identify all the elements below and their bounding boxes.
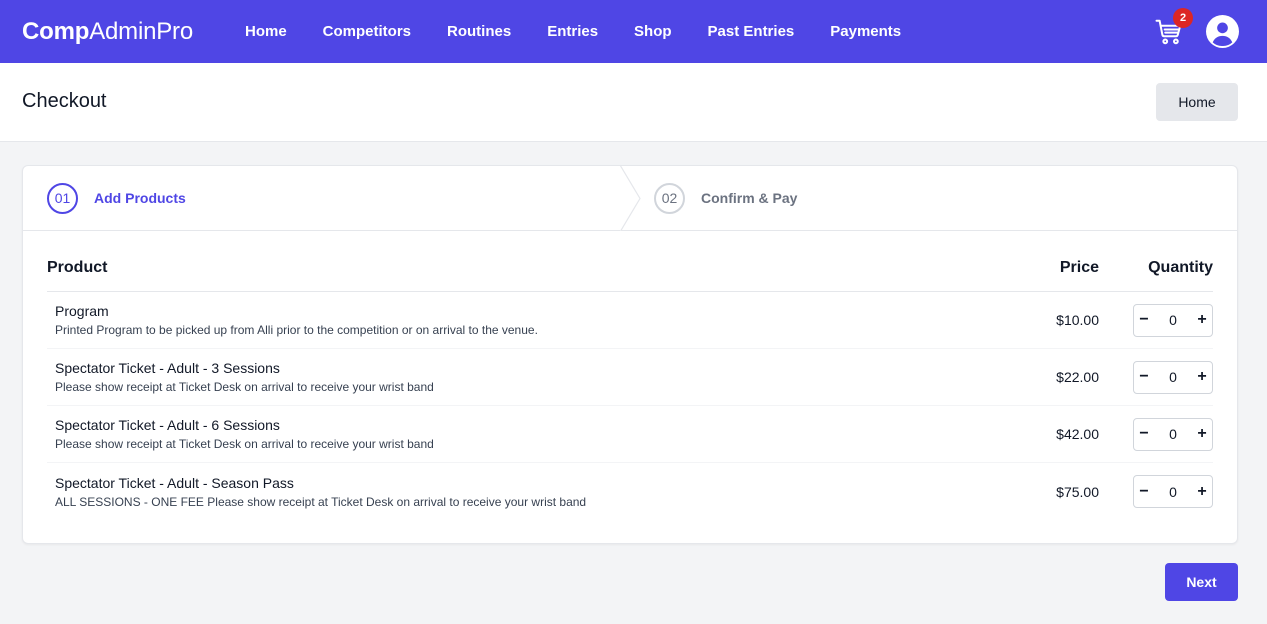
table-row: Program Printed Program to be picked up … [47, 292, 1213, 349]
next-button[interactable]: Next [1165, 563, 1238, 601]
decrement-button[interactable]: − [1134, 311, 1154, 329]
main-nav: Home Competitors Routines Entries Shop P… [227, 23, 919, 40]
product-price: $42.00 [1056, 426, 1099, 442]
quantity-cell: − 0 + [1109, 475, 1213, 508]
quantity-cell: − 0 + [1109, 417, 1213, 451]
product-name: Spectator Ticket - Adult - 3 Sessions [55, 360, 280, 376]
quantity-cell: − 0 + [1109, 303, 1213, 337]
nav-link-entries[interactable]: Entries [529, 23, 616, 40]
nav-link-shop[interactable]: Shop [616, 23, 690, 40]
quantity-value[interactable]: 0 [1158, 369, 1188, 385]
quantity-cell: − 0 + [1109, 360, 1213, 394]
nav-link-payments[interactable]: Payments [812, 23, 919, 40]
product-cell: Spectator Ticket - Adult - Season Pass A… [55, 475, 999, 509]
product-name: Spectator Ticket - Adult - 6 Sessions [55, 417, 280, 433]
product-cell: Program Printed Program to be picked up … [55, 303, 999, 337]
products-table: Product Price Quantity Program Printed P… [23, 231, 1237, 520]
quantity-value[interactable]: 0 [1158, 312, 1188, 328]
top-navbar: CompAdminPro Home Competitors Routines E… [0, 0, 1267, 63]
product-description: Printed Program to be picked up from All… [55, 323, 538, 337]
increment-button[interactable]: + [1192, 311, 1212, 329]
table-header: Product Price Quantity [47, 231, 1213, 292]
brand-bold-text: Comp [22, 17, 90, 45]
product-description: Please show receipt at Ticket Desk on ar… [55, 437, 434, 451]
product-price: $10.00 [1056, 312, 1099, 328]
step-confirm-pay[interactable]: 02 Confirm & Pay [630, 166, 1237, 230]
column-header-product: Product [47, 259, 108, 276]
user-avatar-icon [1206, 15, 1239, 48]
decrement-button[interactable]: − [1134, 368, 1154, 386]
home-button[interactable]: Home [1156, 83, 1238, 121]
increment-button[interactable]: + [1192, 425, 1212, 443]
step-add-products[interactable]: 01 Add Products [23, 166, 641, 231]
table-row: Spectator Ticket - Adult - Season Pass A… [47, 463, 1213, 520]
product-price: $22.00 [1056, 369, 1099, 385]
column-header-quantity: Quantity [1148, 259, 1213, 276]
product-description: Please show receipt at Ticket Desk on ar… [55, 380, 434, 394]
brand-light-text: AdminPro [89, 17, 193, 45]
quantity-stepper: − 0 + [1133, 303, 1213, 337]
checkout-card: 01 Add Products 02 Confirm & Pay Product… [22, 165, 1238, 544]
increment-button[interactable]: + [1192, 368, 1212, 386]
table-row: Spectator Ticket - Adult - 3 Sessions Pl… [47, 349, 1213, 406]
decrement-button[interactable]: − [1134, 425, 1154, 443]
nav-actions: 2 [1154, 0, 1239, 63]
quantity-stepper: − 0 + [1133, 360, 1213, 394]
product-cell: Spectator Ticket - Adult - 6 Sessions Pl… [55, 417, 999, 451]
quantity-value[interactable]: 0 [1158, 426, 1188, 442]
column-header-price: Price [1059, 259, 1099, 276]
product-price: $75.00 [1056, 483, 1099, 500]
step-label: Add Products [94, 190, 186, 206]
step-number-badge: 02 [654, 182, 685, 214]
user-avatar[interactable] [1206, 15, 1239, 48]
product-name: Program [55, 303, 109, 319]
cart-count-badge: 2 [1173, 7, 1193, 28]
brand-logo[interactable]: CompAdminPro [22, 18, 193, 46]
decrement-button[interactable]: − [1134, 483, 1154, 501]
step-label: Confirm & Pay [701, 190, 798, 206]
page-title: Checkout [22, 89, 107, 112]
quantity-value[interactable]: 0 [1158, 484, 1188, 500]
increment-button[interactable]: + [1192, 483, 1212, 501]
product-description: ALL SESSIONS - ONE FEE Please show recei… [55, 494, 587, 509]
quantity-stepper: − 0 + [1133, 417, 1213, 451]
cart-button[interactable]: 2 [1154, 7, 1193, 47]
checkout-steps: 01 Add Products 02 Confirm & Pay [23, 166, 1237, 231]
quantity-stepper: − 0 + [1133, 475, 1213, 508]
nav-link-routines[interactable]: Routines [429, 23, 529, 40]
table-row: Spectator Ticket - Adult - 6 Sessions Pl… [47, 406, 1213, 463]
page-header: Checkout Home [0, 63, 1267, 142]
step-number-badge: 01 [47, 182, 78, 214]
nav-link-past-entries[interactable]: Past Entries [690, 23, 813, 40]
product-name: Spectator Ticket - Adult - Season Pass [55, 474, 294, 491]
nav-link-home[interactable]: Home [227, 23, 305, 40]
product-cell: Spectator Ticket - Adult - 3 Sessions Pl… [55, 360, 999, 394]
nav-link-competitors[interactable]: Competitors [305, 23, 429, 40]
